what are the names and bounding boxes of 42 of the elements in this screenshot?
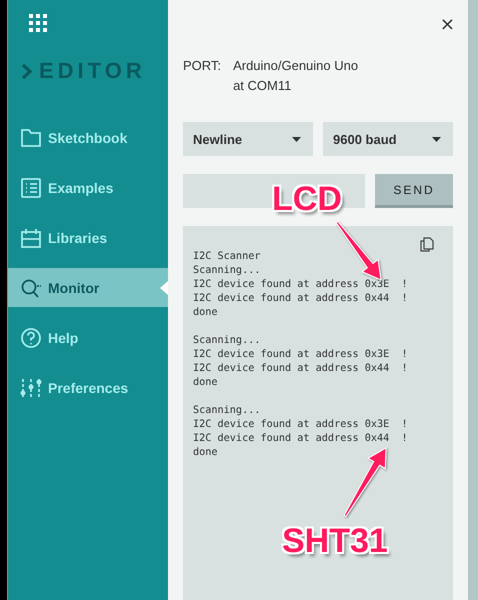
arrow: [336, 220, 382, 281]
magnifier-icon: [20, 276, 42, 298]
dropdown-caret-icon: [292, 136, 301, 142]
list-icon: [20, 176, 42, 198]
sidebar-item[interactable]: Libraries: [8, 218, 168, 257]
baud-rate-dropdown[interactable]: 9600 baud: [323, 122, 453, 156]
output-line: Scanning...: [193, 264, 260, 278]
annotation-label: LCD: [272, 180, 342, 219]
output-line: I2C device found at address 0x44 !: [193, 292, 408, 306]
help-icon: [20, 326, 42, 348]
output-line: I2C Scanner: [193, 250, 260, 264]
folder-icon: [20, 126, 42, 148]
calendar-icon: [20, 226, 42, 248]
port-value: Arduino/Genuino Uno at COM11: [233, 57, 360, 95]
output-line: I2C device found at address 0x3E !: [193, 348, 408, 362]
sidebar-item[interactable]: Monitor: [8, 268, 168, 307]
output-line: done: [193, 376, 218, 390]
scrollbar[interactable]: [468, 0, 478, 600]
pointer-icon: [160, 281, 168, 295]
output-line: done: [193, 306, 218, 320]
copy-icon[interactable]: [420, 237, 434, 252]
send-button[interactable]: SEND: [375, 174, 453, 208]
output-line: done: [193, 446, 218, 460]
sidebar-item[interactable]: Preferences: [8, 368, 168, 407]
dropdown-caret-icon: [432, 136, 441, 142]
annotation-label: SHT31: [282, 522, 388, 561]
output-line: I2C device found at address 0x3E !: [193, 418, 408, 432]
output-line: Scanning...: [193, 334, 260, 348]
close-button[interactable]: ×: [434, 12, 461, 36]
output-line: I2C device found at address 0x3E !: [193, 278, 408, 292]
sliders-icon: [20, 376, 42, 398]
port-label: PORT:: [183, 57, 222, 75]
apps-grid-icon[interactable]: [29, 14, 47, 32]
sidebar-item[interactable]: Examples: [8, 168, 168, 207]
sidebar-item[interactable]: Sketchbook: [8, 118, 168, 157]
output-line: I2C device found at address 0x44 !: [193, 362, 408, 376]
output-line: Scanning...: [193, 404, 260, 418]
arrow: [343, 447, 387, 518]
line-ending-dropdown[interactable]: Newline: [183, 122, 313, 156]
chevron-icon: [22, 64, 32, 78]
output-line: I2C device found at address 0x44 !: [193, 432, 408, 446]
sidebar-item[interactable]: Help: [8, 318, 168, 357]
